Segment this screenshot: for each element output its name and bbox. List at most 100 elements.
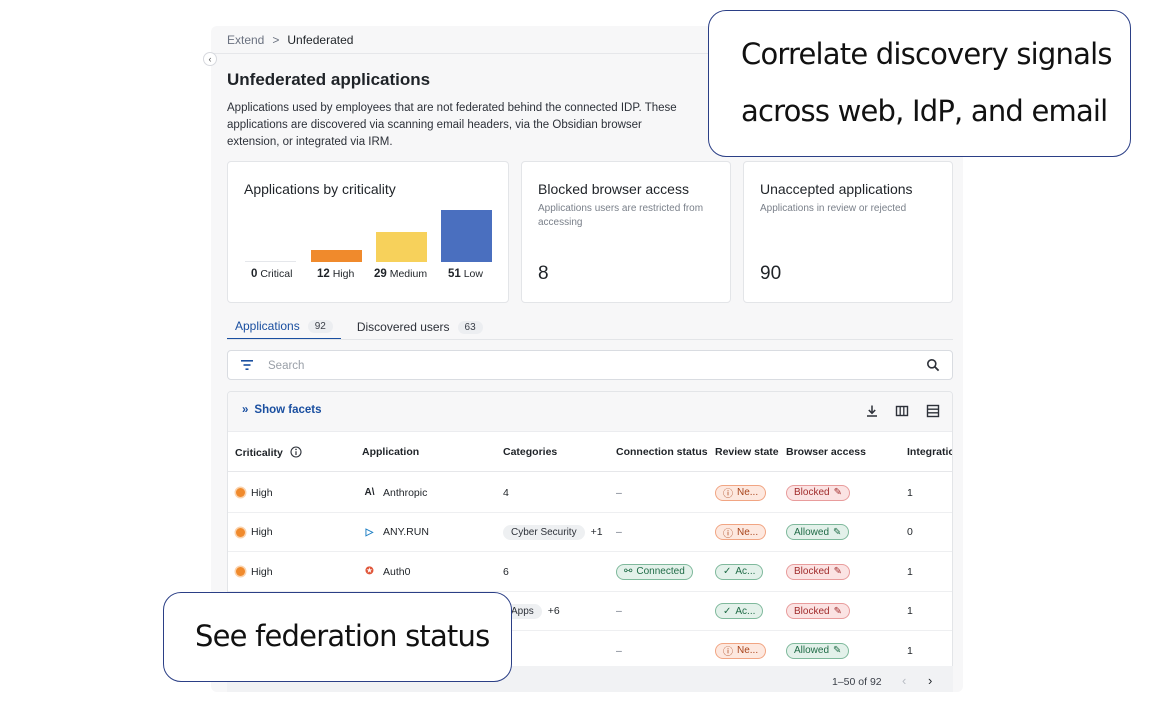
show-facets-button[interactable]: » Show facets [242, 404, 322, 416]
blocked-card-subtitle: Applications users are restricted from a… [538, 203, 704, 228]
connection-cell: – [616, 644, 622, 657]
blocked-card-value: 8 [538, 263, 549, 284]
criticality-labels: 0 Critical 12 High 29 Medium 51 Low [244, 268, 504, 284]
table-row[interactable]: High A\ Anthropic 4 – ⓘ Ne... Blocked ✎ 1 [228, 473, 952, 513]
browser-cell[interactable]: Blocked ✎ [786, 473, 850, 512]
alert-circle-icon: ⓘ [723, 647, 733, 658]
edit-pencil-icon: ✎ [833, 526, 842, 538]
double-chevron-right-icon: » [242, 404, 249, 416]
col-connection-status[interactable]: Connection status [616, 446, 708, 458]
review-state-badge[interactable]: ✓ Ac... [715, 563, 764, 580]
high-label: 12 High [317, 268, 355, 280]
chevron-left-icon[interactable]: ‹ [902, 673, 906, 688]
integrations-cell: 1 [907, 644, 913, 657]
search-input[interactable] [268, 356, 888, 375]
tab-applications-count: 92 [307, 319, 333, 333]
integrations-cell: 1 [907, 605, 913, 617]
table-row[interactable]: High ▷ ANY.RUN Cyber Security +1 – ⓘ Ne... … [228, 513, 952, 552]
page-description: Applications used by employees that are … [227, 102, 677, 148]
callout-federation: See federation status [163, 592, 512, 682]
auth0-logo-icon: ✪ [365, 566, 374, 577]
browser-access-badge[interactable]: Allowed ✎ [786, 524, 850, 540]
edit-pencil-icon: ✎ [833, 605, 842, 617]
high-criticality-dot-icon [236, 488, 245, 497]
application-cell[interactable]: ▷ ANY.RUN [362, 513, 429, 552]
download-icon[interactable] [865, 404, 879, 418]
page-title: Unfederated applications [227, 70, 431, 89]
critical-label: 0 Critical [251, 268, 293, 280]
connection-cell: – [616, 605, 622, 617]
high-criticality-dot-icon [236, 567, 245, 576]
pagination-range: 1–50 of 92 [832, 676, 882, 688]
criticality-cell: High [236, 473, 273, 512]
medium-label: 29 Medium [374, 268, 428, 280]
categories-cell: Cyber Security +1 [503, 513, 603, 552]
info-icon[interactable] [290, 446, 302, 458]
density-icon[interactable] [926, 404, 940, 418]
screenshot-stage: ‹ Extend > Unfederated Unfederated appli… [0, 0, 1172, 720]
review-state-badge[interactable]: ⓘ Ne... [715, 524, 767, 540]
browser-cell[interactable]: Blocked ✎ [786, 552, 850, 591]
tab-bar: Applications 92 Discovered users 63 [227, 314, 491, 340]
col-integrations[interactable]: Integration [907, 446, 952, 458]
tabs-divider [227, 339, 953, 340]
application-cell[interactable]: ✪ Auth0 [362, 552, 410, 591]
connection-cell: ⚯ Connected [616, 552, 693, 591]
col-application[interactable]: Application [362, 446, 419, 458]
high-bar[interactable] [311, 250, 362, 262]
more-categories-count[interactable]: +1 [591, 526, 603, 538]
edit-pencil-icon: ✎ [833, 645, 842, 656]
table-row[interactable]: High ✪ Auth0 6 ⚯ Connected ✓ Ac... Blocked ✎… [228, 552, 952, 592]
low-bar[interactable] [441, 210, 492, 262]
browser-cell[interactable]: Allowed ✎ [786, 631, 850, 670]
criticality-card: Applications by criticality 0 Critical 1… [227, 161, 509, 303]
col-criticality[interactable]: Criticality [235, 446, 302, 459]
browser-cell[interactable]: Allowed ✎ [786, 513, 850, 552]
breadcrumb-parent[interactable]: Extend [227, 33, 264, 47]
search-icon[interactable] [926, 358, 940, 372]
col-browser-access[interactable]: Browser access [786, 446, 866, 458]
plug-icon: ⚯ [624, 566, 633, 577]
col-review-state[interactable]: Review state [715, 446, 779, 458]
blocked-access-card[interactable]: Blocked browser access Applications user… [521, 161, 731, 303]
review-state-badge[interactable]: ✓ Ac... [715, 603, 764, 619]
review-cell[interactable]: ✓ Ac... [715, 552, 764, 591]
review-cell[interactable]: ✓ Ac... [715, 592, 764, 631]
medium-bar[interactable] [376, 232, 427, 262]
alert-circle-icon: ⓘ [723, 489, 733, 500]
filter-icon[interactable] [240, 359, 254, 371]
browser-cell[interactable]: Blocked ✎ [786, 592, 850, 631]
review-cell[interactable]: ⓘ Ne... [715, 513, 767, 552]
columns-icon[interactable] [895, 404, 909, 418]
callout-discovery: Correlate discovery signals across web, … [708, 10, 1131, 157]
sidebar-collapse-icon[interactable]: ‹ [203, 52, 217, 66]
tab-discovered-users[interactable]: Discovered users 63 [349, 314, 491, 340]
unaccepted-apps-card[interactable]: Unaccepted applications Applications in … [743, 161, 953, 303]
categories-cell: 6 [503, 565, 509, 578]
browser-access-badge[interactable]: Blocked ✎ [786, 603, 850, 619]
breadcrumb-separator-icon: > [272, 33, 280, 47]
table-toolbar: » Show facets [228, 392, 952, 432]
unaccepted-card-value: 90 [760, 263, 782, 284]
table-header: Criticality Application Categories Conne… [228, 432, 952, 472]
browser-access-badge[interactable]: Blocked ✎ [786, 484, 850, 501]
criticality-cell: High [236, 513, 273, 552]
review-state-badge[interactable]: ⓘ Ne... [715, 642, 767, 659]
high-criticality-dot-icon [236, 527, 245, 537]
more-categories-count[interactable]: +6 [548, 605, 560, 617]
category-chip: Cyber Security [503, 524, 585, 540]
application-cell[interactable]: A\ Anthropic [362, 473, 428, 512]
review-cell[interactable]: ⓘ Ne... [715, 631, 767, 670]
criticality-cell: High [236, 552, 273, 591]
browser-access-badge[interactable]: Blocked ✎ [786, 563, 850, 580]
chevron-right-icon[interactable]: › [928, 673, 932, 688]
browser-access-badge[interactable]: Allowed ✎ [786, 642, 850, 659]
show-facets-label: Show facets [254, 404, 322, 416]
integrations-cell: 0 [907, 526, 913, 538]
connection-cell: – [616, 486, 622, 499]
col-categories[interactable]: Categories [503, 446, 557, 458]
review-state-badge[interactable]: ⓘ Ne... [715, 484, 767, 501]
review-cell[interactable]: ⓘ Ne... [715, 473, 767, 512]
callout-federation-text: See federation status [195, 619, 490, 653]
tab-applications[interactable]: Applications 92 [227, 314, 341, 340]
